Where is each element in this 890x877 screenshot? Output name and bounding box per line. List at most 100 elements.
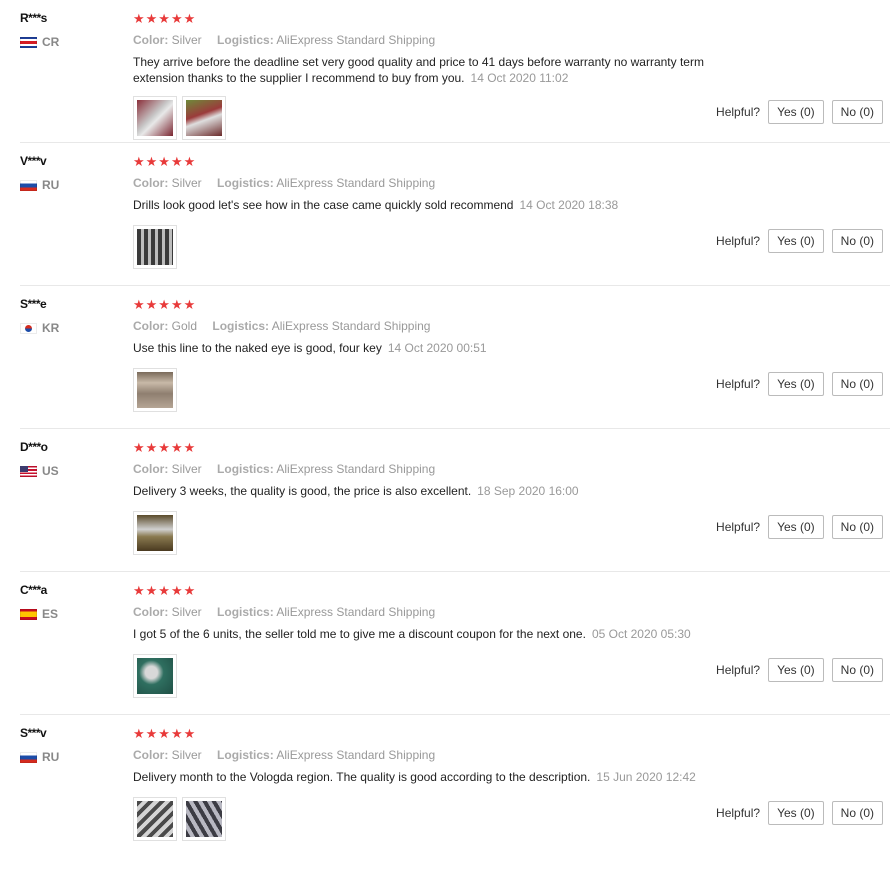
reviewer-country: CR	[20, 35, 120, 49]
vote-yes-button[interactable]: Yes (0)	[768, 515, 824, 539]
review-meta: Color: Silver Logistics: AliExpress Stan…	[133, 175, 873, 191]
review-photos	[133, 511, 177, 555]
review-body: I got 5 of the 6 units, the seller told …	[133, 627, 586, 641]
review-photo[interactable]	[133, 225, 177, 269]
vote-no-button[interactable]: No (0)	[831, 658, 883, 682]
logistics-label: Logistics:	[217, 176, 274, 190]
reviewer-country: US	[20, 464, 120, 478]
review-item: C***a ES ★★★★★ Color: Silver Logistics: …	[20, 572, 890, 715]
helpful-label: Helpful?	[716, 105, 761, 119]
helpful-label: Helpful?	[716, 377, 761, 391]
logistics-label: Logistics:	[217, 33, 274, 47]
photo-image	[137, 801, 173, 837]
review-content: ★★★★★ Color: Silver Logistics: AliExpres…	[133, 583, 873, 642]
review-photo[interactable]	[182, 96, 226, 140]
review-photo[interactable]	[182, 797, 226, 841]
helpful-vote: Helpful? Yes (0) No (0)	[716, 372, 883, 396]
review-meta: Color: Silver Logistics: AliExpress Stan…	[133, 32, 873, 48]
review-meta: Color: Silver Logistics: AliExpress Stan…	[133, 747, 873, 763]
review-text: Delivery 3 weeks, the quality is good, t…	[133, 483, 753, 499]
review-body: Delivery month to the Vologda region. Th…	[133, 770, 591, 784]
review-photos	[133, 225, 177, 269]
review-meta: Color: Silver Logistics: AliExpress Stan…	[133, 604, 873, 620]
vote-no-button[interactable]: No (0)	[831, 372, 883, 396]
star-rating: ★★★★★	[133, 726, 197, 741]
review-content: ★★★★★ Color: Silver Logistics: AliExpres…	[133, 154, 873, 213]
reviewer-country: RU	[20, 178, 120, 192]
color-label: Color:	[133, 319, 169, 333]
color-value: Gold	[171, 319, 198, 333]
review-text: Drills look good let's see how in the ca…	[133, 197, 753, 213]
review-date: 18 Sep 2020 16:00	[477, 484, 579, 498]
photo-image	[137, 229, 173, 265]
review-photo[interactable]	[133, 511, 177, 555]
review-content: ★★★★★ Color: Silver Logistics: AliExpres…	[133, 440, 873, 499]
helpful-vote: Helpful? Yes (0) No (0)	[716, 100, 883, 124]
star-rating: ★★★★★	[133, 11, 197, 26]
reviewer-info: C***a ES	[20, 583, 120, 621]
review-item: S***e KR ★★★★★ Color: Gold Logistics: Al…	[20, 286, 890, 429]
reviewer-name: V***v	[20, 154, 47, 168]
logistics-value: AliExpress Standard Shipping	[276, 176, 436, 190]
vote-yes-button[interactable]: Yes (0)	[768, 100, 824, 124]
flag-icon	[20, 608, 37, 620]
review-date: 14 Oct 2020 11:02	[470, 71, 569, 85]
flag-icon	[20, 179, 37, 191]
color-value: Silver	[171, 605, 202, 619]
vote-yes-button[interactable]: Yes (0)	[768, 372, 824, 396]
reviewer-country: RU	[20, 750, 120, 764]
color-label: Color:	[133, 176, 169, 190]
reviewer-country: ES	[20, 607, 120, 621]
review-text: Use this line to the naked eye is good, …	[133, 340, 753, 356]
country-code: RU	[42, 178, 60, 192]
color-value: Silver	[171, 462, 202, 476]
review-photo[interactable]	[133, 96, 177, 140]
reviewer-info: V***v RU	[20, 154, 120, 192]
review-photo[interactable]	[133, 797, 177, 841]
vote-yes-button[interactable]: Yes (0)	[768, 229, 824, 253]
photo-image	[186, 100, 222, 136]
logistics-value: AliExpress Standard Shipping	[271, 319, 431, 333]
vote-no-button[interactable]: No (0)	[831, 100, 883, 124]
vote-no-button[interactable]: No (0)	[831, 515, 883, 539]
review-photos	[133, 96, 226, 140]
review-list: R***s CR ★★★★★ Color: Silver Logistics: …	[0, 0, 890, 858]
reviewer-info: R***s CR	[20, 11, 120, 49]
country-code: US	[42, 464, 59, 478]
vote-no-button[interactable]: No (0)	[831, 801, 883, 825]
review-item: D***o US ★★★★★ Color: Silver Logistics: …	[20, 429, 890, 572]
photo-image	[137, 372, 173, 408]
review-content: ★★★★★ Color: Gold Logistics: AliExpress …	[133, 297, 873, 356]
color-value: Silver	[171, 748, 202, 762]
helpful-label: Helpful?	[716, 234, 761, 248]
reviewer-info: D***o US	[20, 440, 120, 478]
star-rating: ★★★★★	[133, 154, 197, 169]
review-photo[interactable]	[133, 654, 177, 698]
reviewer-name: R***s	[20, 11, 47, 25]
photo-image	[186, 801, 222, 837]
star-rating: ★★★★★	[133, 297, 197, 312]
review-photo[interactable]	[133, 368, 177, 412]
helpful-label: Helpful?	[716, 520, 761, 534]
logistics-label: Logistics:	[217, 748, 274, 762]
country-code: CR	[42, 35, 60, 49]
review-text: Delivery month to the Vologda region. Th…	[133, 769, 753, 785]
review-item: R***s CR ★★★★★ Color: Silver Logistics: …	[20, 0, 890, 143]
review-date: 15 Jun 2020 12:42	[596, 770, 696, 784]
review-body: Drills look good let's see how in the ca…	[133, 198, 514, 212]
vote-no-button[interactable]: No (0)	[831, 229, 883, 253]
review-date: 14 Oct 2020 18:38	[519, 198, 619, 212]
color-value: Silver	[171, 176, 202, 190]
color-label: Color:	[133, 33, 169, 47]
review-item: V***v RU ★★★★★ Color: Silver Logistics: …	[20, 143, 890, 286]
review-content: ★★★★★ Color: Silver Logistics: AliExpres…	[133, 726, 873, 785]
vote-yes-button[interactable]: Yes (0)	[768, 801, 824, 825]
photo-image	[137, 100, 173, 136]
country-code: RU	[42, 750, 60, 764]
reviewer-name: C***a	[20, 583, 47, 597]
country-code: KR	[42, 321, 60, 335]
vote-yes-button[interactable]: Yes (0)	[768, 658, 824, 682]
photo-image	[137, 515, 173, 551]
reviewer-name: S***v	[20, 726, 47, 740]
helpful-vote: Helpful? Yes (0) No (0)	[716, 515, 883, 539]
